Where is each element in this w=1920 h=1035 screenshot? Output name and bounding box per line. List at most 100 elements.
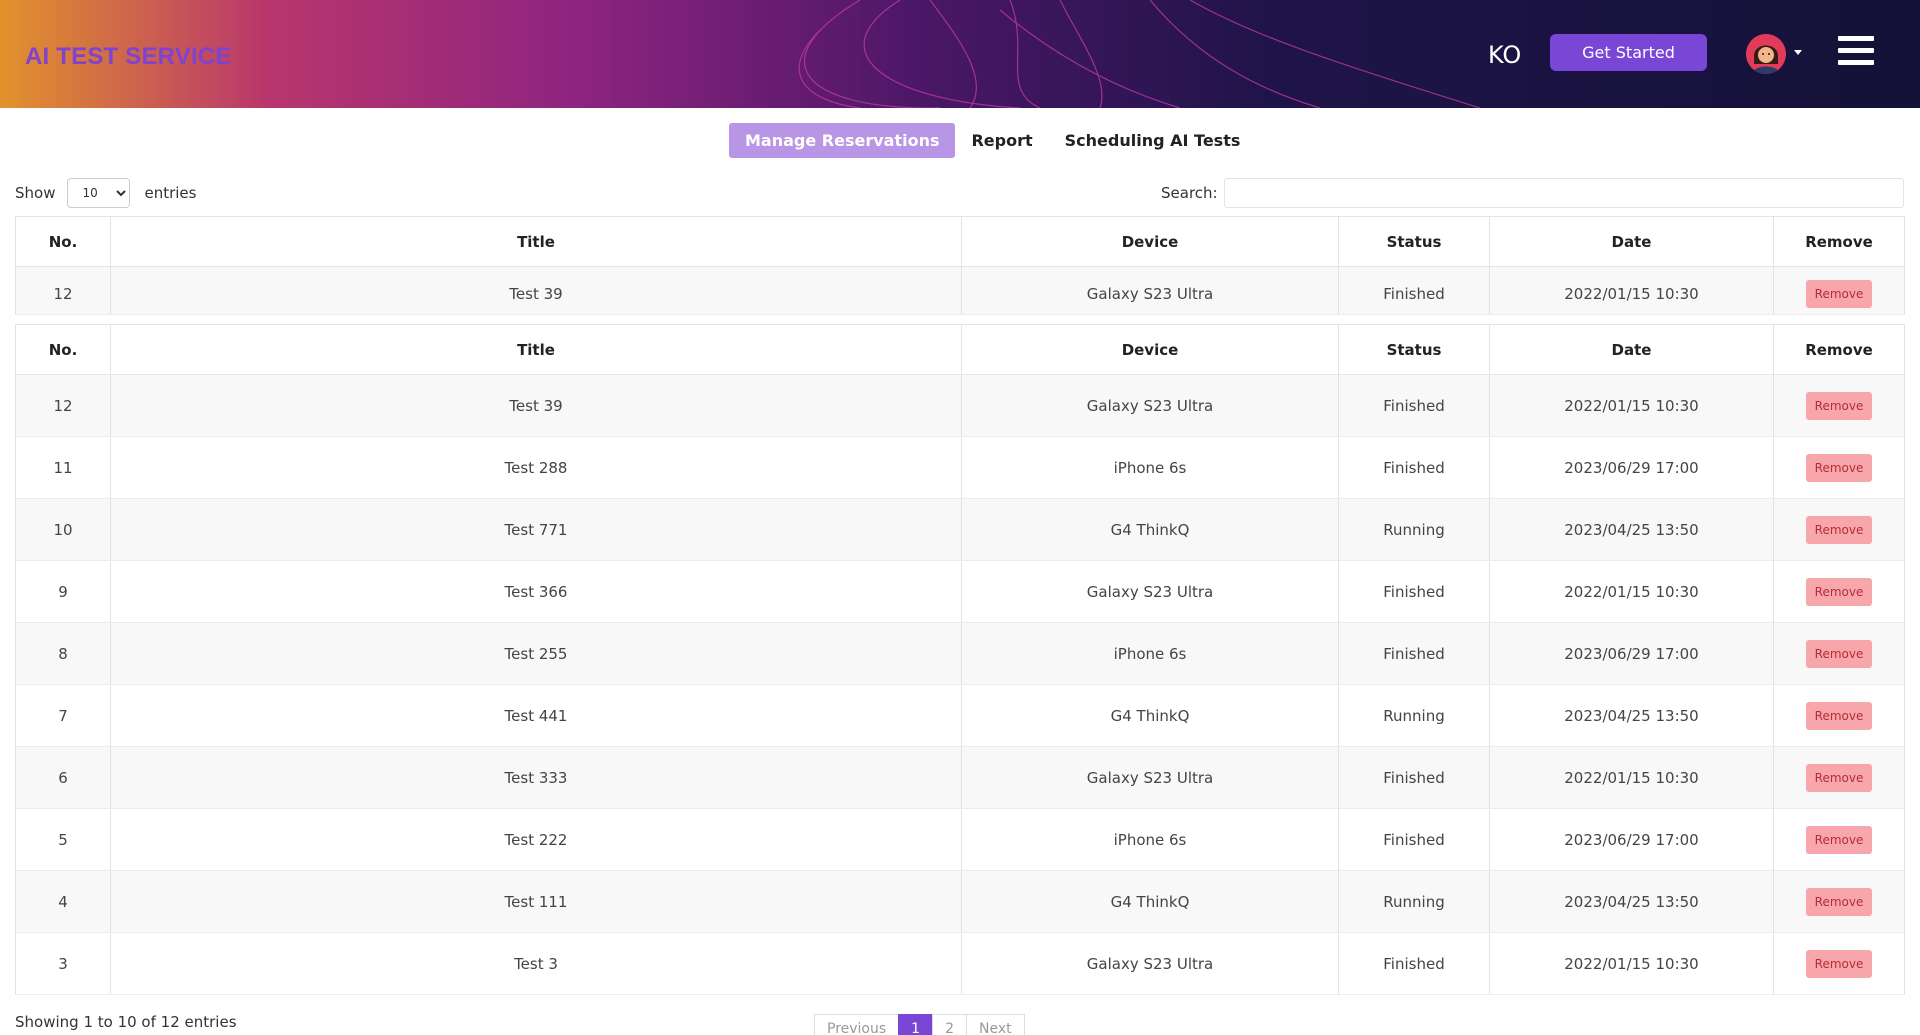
menu-bar	[1838, 60, 1874, 65]
cell-no: 7	[15, 684, 111, 747]
remove-button[interactable]: Remove	[1805, 701, 1873, 730]
col-header-no[interactable]: No.	[15, 216, 111, 267]
user-avatar-icon[interactable]	[1746, 34, 1786, 74]
remove-button[interactable]: Remove	[1805, 391, 1873, 420]
cell-status: Finished	[1338, 808, 1490, 871]
menu-bar	[1838, 36, 1874, 41]
cell-device: iPhone 6s	[961, 808, 1339, 871]
cell-date: 2022/01/15 10:30	[1489, 560, 1774, 623]
language-toggle[interactable]: KO	[1488, 41, 1521, 69]
table-row: 12 Test 39 Galaxy S23 Ultra Finished 202…	[15, 266, 1905, 315]
table-body: 12 Test 39 Galaxy S23 Ultra Finished 2022/01…	[15, 374, 1905, 995]
cell-no: 12	[15, 266, 111, 315]
pagination-previous[interactable]: Previous	[814, 1014, 900, 1035]
cell-remove: Remove	[1773, 622, 1905, 685]
remove-button[interactable]: Remove	[1805, 515, 1873, 544]
sticky-table-header: No. Title Device Status Date Remove 12 T…	[15, 216, 1905, 315]
cell-device: G4 ThinkQ	[961, 684, 1339, 747]
remove-button[interactable]: Remove	[1805, 763, 1873, 792]
cell-device: iPhone 6s	[961, 622, 1339, 685]
cell-title: Test 39	[110, 374, 962, 437]
cell-date: 2022/01/15 10:30	[1489, 932, 1774, 995]
cell-title: Test 3	[110, 932, 962, 995]
cell-remove: Remove	[1773, 870, 1905, 933]
cell-remove: Remove	[1773, 932, 1905, 995]
search-control: Search:	[1161, 178, 1904, 208]
cell-device: G4 ThinkQ	[961, 498, 1339, 561]
col-header-date[interactable]: Date	[1489, 324, 1774, 375]
tab-scheduling-ai-tests[interactable]: Scheduling AI Tests	[1049, 123, 1257, 158]
cell-status: Finished	[1338, 266, 1490, 315]
cell-title: Test 288	[110, 436, 962, 499]
cell-date: 2023/06/29 17:00	[1489, 436, 1774, 499]
col-header-title[interactable]: Title	[110, 324, 962, 375]
cell-remove: Remove	[1773, 684, 1905, 747]
remove-button[interactable]: Remove	[1805, 577, 1873, 606]
table-row: 11 Test 288 iPhone 6s Finished 2023/06/29 17…	[15, 436, 1905, 499]
col-header-device[interactable]: Device	[961, 216, 1339, 267]
cell-date: 2023/04/25 13:50	[1489, 870, 1774, 933]
col-header-status[interactable]: Status	[1338, 324, 1490, 375]
cell-no: 6	[15, 746, 111, 809]
table-row: 7 Test 441 G4 ThinkQ Running 2023/04/25 13:5…	[15, 684, 1905, 747]
cell-date: 2023/06/29 17:00	[1489, 808, 1774, 871]
cell-status: Finished	[1338, 374, 1490, 437]
remove-button[interactable]: Remove	[1805, 453, 1873, 482]
cell-device: Galaxy S23 Ultra	[961, 932, 1339, 995]
cell-title: Test 771	[110, 498, 962, 561]
cell-status: Finished	[1338, 436, 1490, 499]
cell-no: 10	[15, 498, 111, 561]
cell-status: Finished	[1338, 622, 1490, 685]
remove-button[interactable]: Remove	[1805, 279, 1873, 308]
hamburger-menu-icon[interactable]	[1838, 36, 1874, 66]
col-header-device[interactable]: Device	[961, 324, 1339, 375]
page-size-select[interactable]: 10	[67, 178, 131, 208]
col-header-date[interactable]: Date	[1489, 216, 1774, 267]
cell-status: Running	[1338, 498, 1490, 561]
search-label: Search:	[1161, 184, 1218, 202]
table-row: 4 Test 111 G4 ThinkQ Running 2023/04/25 13:5…	[15, 870, 1905, 933]
remove-button[interactable]: Remove	[1805, 825, 1873, 854]
entries-info: Showing 1 to 10 of 12 entries	[15, 1013, 237, 1031]
cell-date: 2023/04/25 13:50	[1489, 684, 1774, 747]
table-row: 8 Test 255 iPhone 6s Finished 2023/06/29 17:…	[15, 622, 1905, 685]
cell-date: 2023/04/25 13:50	[1489, 498, 1774, 561]
cell-remove: Remove	[1773, 808, 1905, 871]
cell-no: 11	[15, 436, 111, 499]
search-input[interactable]	[1223, 178, 1904, 208]
header-row: No. Title Device Status Date Remove	[15, 216, 1905, 267]
cell-no: 3	[15, 932, 111, 995]
cell-no: 9	[15, 560, 111, 623]
cell-device: Galaxy S23 Ultra	[961, 746, 1339, 809]
cell-date: 2022/01/15 10:30	[1489, 374, 1774, 437]
cell-title: Test 441	[110, 684, 962, 747]
cell-device: Galaxy S23 Ultra	[961, 374, 1339, 437]
remove-button[interactable]: Remove	[1805, 639, 1873, 668]
cell-status: Finished	[1338, 932, 1490, 995]
remove-button[interactable]: Remove	[1805, 887, 1873, 916]
col-header-status[interactable]: Status	[1338, 216, 1490, 267]
app-logo[interactable]: AI TEST SERVICE	[25, 43, 232, 71]
table-row: 10 Test 771 G4 ThinkQ Running 2023/04/25 13:…	[15, 498, 1905, 561]
show-label: Show	[15, 184, 56, 202]
chevron-down-icon[interactable]	[1794, 50, 1802, 55]
cell-date: 2023/06/29 17:00	[1489, 622, 1774, 685]
col-header-title[interactable]: Title	[110, 216, 962, 267]
top-header: AI TEST SERVICE KO Get Started	[0, 0, 1920, 108]
cell-title: Test 255	[110, 622, 962, 685]
get-started-button[interactable]: Get Started	[1550, 34, 1707, 71]
col-header-no[interactable]: No.	[15, 324, 111, 375]
cell-title: Test 111	[110, 870, 962, 933]
pagination-page-1[interactable]: 1	[898, 1014, 934, 1035]
pagination: Previous 1 2 Next	[814, 1014, 1025, 1035]
cell-remove: Remove	[1773, 498, 1905, 561]
table-row: 12 Test 39 Galaxy S23 Ultra Finished 2022/01…	[15, 374, 1905, 437]
cell-title: Test 39	[110, 266, 962, 315]
tab-manage-reservations[interactable]: Manage Reservations	[729, 123, 956, 158]
pagination-next[interactable]: Next	[966, 1014, 1025, 1035]
cell-title: Test 222	[110, 808, 962, 871]
remove-button[interactable]: Remove	[1805, 949, 1873, 978]
pagination-page-2[interactable]: 2	[932, 1014, 968, 1035]
cell-date: 2022/01/15 10:30	[1489, 266, 1774, 315]
tab-report[interactable]: Report	[955, 123, 1048, 158]
